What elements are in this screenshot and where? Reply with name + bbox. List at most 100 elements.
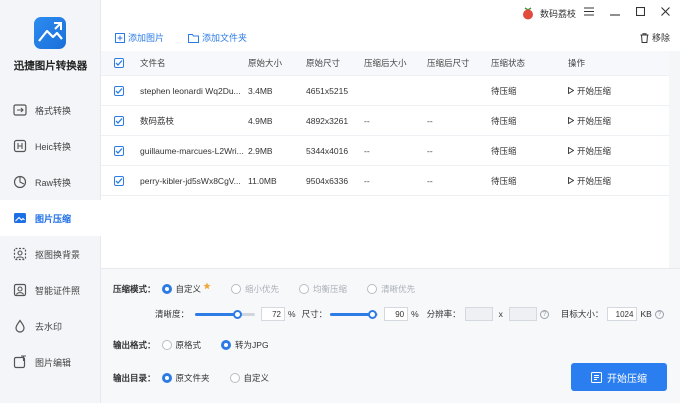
original-size: 4.9MB <box>248 115 273 126</box>
status-text: 待压缩 <box>491 175 517 186</box>
remove-button[interactable]: 移除 <box>640 31 670 44</box>
action-label: 开始压缩 <box>577 175 612 186</box>
table-row[interactable]: guillaume-marcues-L2Wri... 2.9MB 5344x40… <box>101 136 669 166</box>
mode-option-balanced[interactable]: 均衡压缩 <box>299 283 347 295</box>
start-compress-button[interactable]: 开始压缩 <box>571 363 667 391</box>
menu-button[interactable] <box>579 4 599 22</box>
file-name: perry-kibler-jd5sWx8CgV... <box>140 175 241 186</box>
close-button[interactable] <box>655 4 675 22</box>
start-compress-row-button[interactable]: 开始压缩 <box>568 166 611 195</box>
resolution-label: 分辨率： <box>426 309 461 319</box>
compressed-dims: -- <box>427 175 433 186</box>
mode-option-smaller[interactable]: 缩小优先 <box>231 283 279 295</box>
output-format-label: 输出格式： <box>113 340 156 350</box>
format-option-jpg[interactable]: 转为JPG <box>221 339 269 351</box>
column-header-filename: 文件名 <box>140 58 166 68</box>
size-slider[interactable] <box>330 309 379 319</box>
minimize-button[interactable] <box>605 4 625 22</box>
clarity-slider[interactable] <box>195 309 256 319</box>
start-compress-row-button[interactable]: 开始压缩 <box>568 76 611 105</box>
radio-selected <box>161 373 172 383</box>
row-checkbox[interactable] <box>114 106 124 135</box>
original-size: 3.4MB <box>248 85 273 96</box>
quality-row: 清晰度： 72 % 尺寸： 90 % 分辨率： x ? 目标大小： 1024 K… <box>155 307 664 321</box>
mode-option-label: 缩小优先 <box>245 284 280 294</box>
start-compress-row-button[interactable]: 开始压缩 <box>568 106 611 135</box>
sidebar-item-image-edit[interactable]: 图片编辑 <box>0 344 101 380</box>
compressed-size: -- <box>364 115 370 126</box>
mode-option-custom[interactable]: 自定义 <box>161 282 212 295</box>
sidebar-item-label: 抠图换背景 <box>35 249 81 260</box>
start-compress-row-button[interactable]: 开始压缩 <box>568 136 611 165</box>
sidebar-item-heic[interactable]: Heic转换 <box>0 128 101 164</box>
sidebar-item-cutout[interactable]: 抠图换背景 <box>0 236 101 272</box>
help-icon[interactable]: ? <box>654 309 664 319</box>
help-icon[interactable]: ? <box>539 309 549 319</box>
file-name: stephen leonardi Wq2Du... <box>140 85 241 96</box>
row-checkbox[interactable] <box>114 76 124 105</box>
format-option-original[interactable]: 原格式 <box>161 339 202 351</box>
play-icon <box>568 87 574 94</box>
radio-unselected <box>229 373 240 383</box>
sidebar-item-compress[interactable]: 图片压缩 <box>0 200 101 236</box>
sidebar-item-watermark[interactable]: 去水印 <box>0 308 101 344</box>
table-row[interactable]: perry-kibler-jd5sWx8CgV... 11.0MB 9504x6… <box>101 166 669 196</box>
clarity-value-input[interactable]: 72 <box>261 307 286 321</box>
action-label: 开始压缩 <box>577 85 612 96</box>
sidebar-item-format-convert[interactable]: 格式转换 <box>0 92 101 128</box>
image-edit-icon <box>12 354 28 370</box>
compress-settings-panel: 压缩模式： 自定义 缩小优先 均衡压缩 清晰优先 清晰度： 72 % 尺寸： 9… <box>101 268 680 403</box>
app-name: 迅捷图片转换器 <box>13 60 88 72</box>
mode-option-clarity[interactable]: 清晰优先 <box>367 283 415 295</box>
compressed-size: -- <box>364 145 370 156</box>
file-name: 数码荔枝 <box>140 115 175 126</box>
sidebar-item-raw[interactable]: Raw转换 <box>0 164 101 200</box>
radio-unselected <box>367 284 378 294</box>
row-checkbox[interactable] <box>114 136 124 165</box>
clarity-slider-knob[interactable] <box>233 309 243 319</box>
minimize-icon <box>610 7 620 19</box>
target-size-input[interactable]: 1024 <box>607 307 638 321</box>
resolution-separator: x <box>498 309 503 319</box>
original-size: 2.9MB <box>248 145 273 156</box>
resolution-height-input[interactable] <box>508 307 537 321</box>
table-row[interactable]: 数码荔枝 4.9MB 4892x3261 -- -- 待压缩 开始压缩 <box>101 106 669 136</box>
clarity-percent: % <box>288 309 296 319</box>
select-all-checkbox[interactable] <box>114 51 124 75</box>
output-format-row: 输出格式： 原格式 转为JPG <box>113 339 289 351</box>
sidebar-item-label: 格式转换 <box>35 105 72 116</box>
id-photo-icon <box>12 282 28 298</box>
mode-option-label: 均衡压缩 <box>313 284 348 294</box>
table-header: 文件名 原始大小 原始尺寸 压缩后大小 压缩后尺寸 压缩状态 操作 <box>101 51 669 76</box>
radio-selected <box>221 340 232 350</box>
size-value-input[interactable]: 90 <box>384 307 409 321</box>
clarity-label: 清晰度： <box>155 309 190 319</box>
dir-option-custom[interactable]: 自定义 <box>229 372 270 384</box>
cutout-icon <box>12 246 28 262</box>
table-scrollbar[interactable] <box>669 51 680 268</box>
dir-option-label: 自定义 <box>243 373 270 383</box>
toolbar: 添加图片 添加文件夹 移除 <box>101 28 680 48</box>
dir-option-original[interactable]: 原文件夹 <box>161 372 210 384</box>
table-row[interactable]: stephen leonardi Wq2Du... 3.4MB 4651x521… <box>101 76 669 106</box>
play-icon <box>568 117 574 124</box>
maximize-button[interactable] <box>630 4 650 22</box>
size-slider-knob[interactable] <box>368 309 378 319</box>
original-dims: 9504x6336 <box>306 175 349 186</box>
file-table: 文件名 原始大小 原始尺寸 压缩后大小 压缩后尺寸 压缩状态 操作 stephe… <box>101 51 669 196</box>
sidebar-item-id-photo[interactable]: 智能证件照 <box>0 272 101 308</box>
row-checkbox[interactable] <box>114 166 124 195</box>
image-convert-icon <box>12 102 28 118</box>
add-folder-button[interactable]: 添加文件夹 <box>188 31 247 44</box>
username: 数码荔枝 <box>540 8 577 19</box>
column-header-compressed-size: 压缩后大小 <box>364 58 407 68</box>
compress-mode-row: 压缩模式： 自定义 缩小优先 均衡压缩 清晰优先 <box>113 282 435 295</box>
app-logo-icon <box>34 17 66 49</box>
sidebar-item-label: Raw转换 <box>35 177 72 188</box>
column-header-original-dims: 原始尺寸 <box>306 58 341 68</box>
resolution-width-input[interactable] <box>464 307 493 321</box>
add-image-button[interactable]: 添加图片 <box>115 31 164 44</box>
user-account[interactable]: 数码荔枝 <box>521 6 576 20</box>
action-label: 开始压缩 <box>577 145 612 156</box>
format-option-label: 原格式 <box>175 340 202 350</box>
